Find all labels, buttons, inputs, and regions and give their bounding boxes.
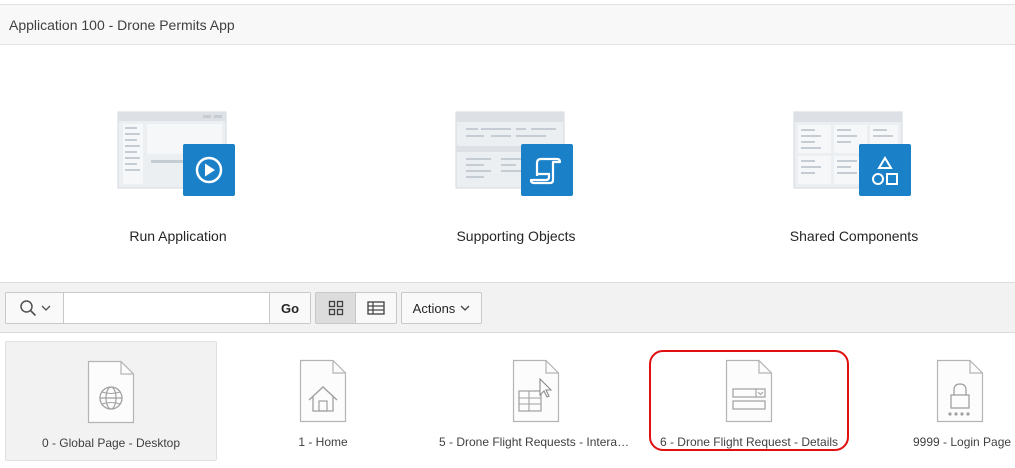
chevron-down-icon xyxy=(460,305,470,311)
view-icons-button[interactable] xyxy=(315,292,356,324)
lock-icon xyxy=(936,359,984,423)
page-tile-9999[interactable]: 9999 - Login Page xyxy=(860,341,1015,461)
home-icon xyxy=(299,359,347,423)
run-application-label: Run Application xyxy=(129,228,227,244)
supporting-objects-card[interactable]: Supporting Objects xyxy=(347,45,685,282)
search-input[interactable] xyxy=(64,293,269,323)
report-cursor-icon xyxy=(512,359,560,423)
page-tile-6[interactable]: 6 - Drone Flight Request - Details xyxy=(648,341,850,461)
page-tile-label: 9999 - Login Page xyxy=(913,435,1012,449)
page-tile-label: 0 - Global Page - Desktop xyxy=(41,436,181,450)
scroll-icon-tile xyxy=(521,144,573,196)
run-application-card[interactable]: Run Application xyxy=(9,45,347,282)
shared-components-card[interactable]: Shared Components xyxy=(685,45,1015,282)
page-tile-label: 6 - Drone Flight Request - Details xyxy=(659,435,839,449)
shared-components-label: Shared Components xyxy=(789,228,919,244)
page-toolbar: Go Actions xyxy=(0,282,1015,333)
page-tile-0[interactable]: 0 - Global Page - Desktop xyxy=(5,341,217,461)
app-header: Application 100 - Drone Permits App xyxy=(0,4,1015,45)
go-button[interactable]: Go xyxy=(269,293,310,323)
shared-components-illustration xyxy=(793,111,911,196)
actions-label: Actions xyxy=(412,300,456,316)
page-list: 0 - Global Page - Desktop 1 - Home 5 - D… xyxy=(0,333,1015,468)
globe-icon xyxy=(87,360,135,424)
search-group: Go xyxy=(5,292,311,324)
chevron-down-icon xyxy=(41,305,50,311)
actions-menu-button[interactable]: Actions xyxy=(401,292,482,324)
page-tile-5[interactable]: 5 - Drone Flight Requests - Interactive … xyxy=(435,341,637,461)
run-application-illustration xyxy=(117,111,235,196)
search-menu-button[interactable] xyxy=(6,293,64,323)
search-icon xyxy=(19,300,36,316)
supporting-objects-illustration xyxy=(455,111,573,196)
table-icon xyxy=(367,301,385,315)
hero-cards: Run Application Supporting Objects Share… xyxy=(0,45,1015,282)
view-report-button[interactable] xyxy=(356,292,397,324)
shapes-icon-tile xyxy=(859,144,911,196)
page-tile-1[interactable]: 1 - Home xyxy=(222,341,424,461)
page-tile-label: 1 - Home xyxy=(298,435,348,449)
form-icon xyxy=(725,359,773,423)
grid-icon xyxy=(328,300,343,316)
page-tile-label: 5 - Drone Flight Requests - Interactive … xyxy=(439,435,637,449)
app-title: Application 100 - Drone Permits App xyxy=(9,16,235,33)
supporting-objects-label: Supporting Objects xyxy=(456,228,576,244)
